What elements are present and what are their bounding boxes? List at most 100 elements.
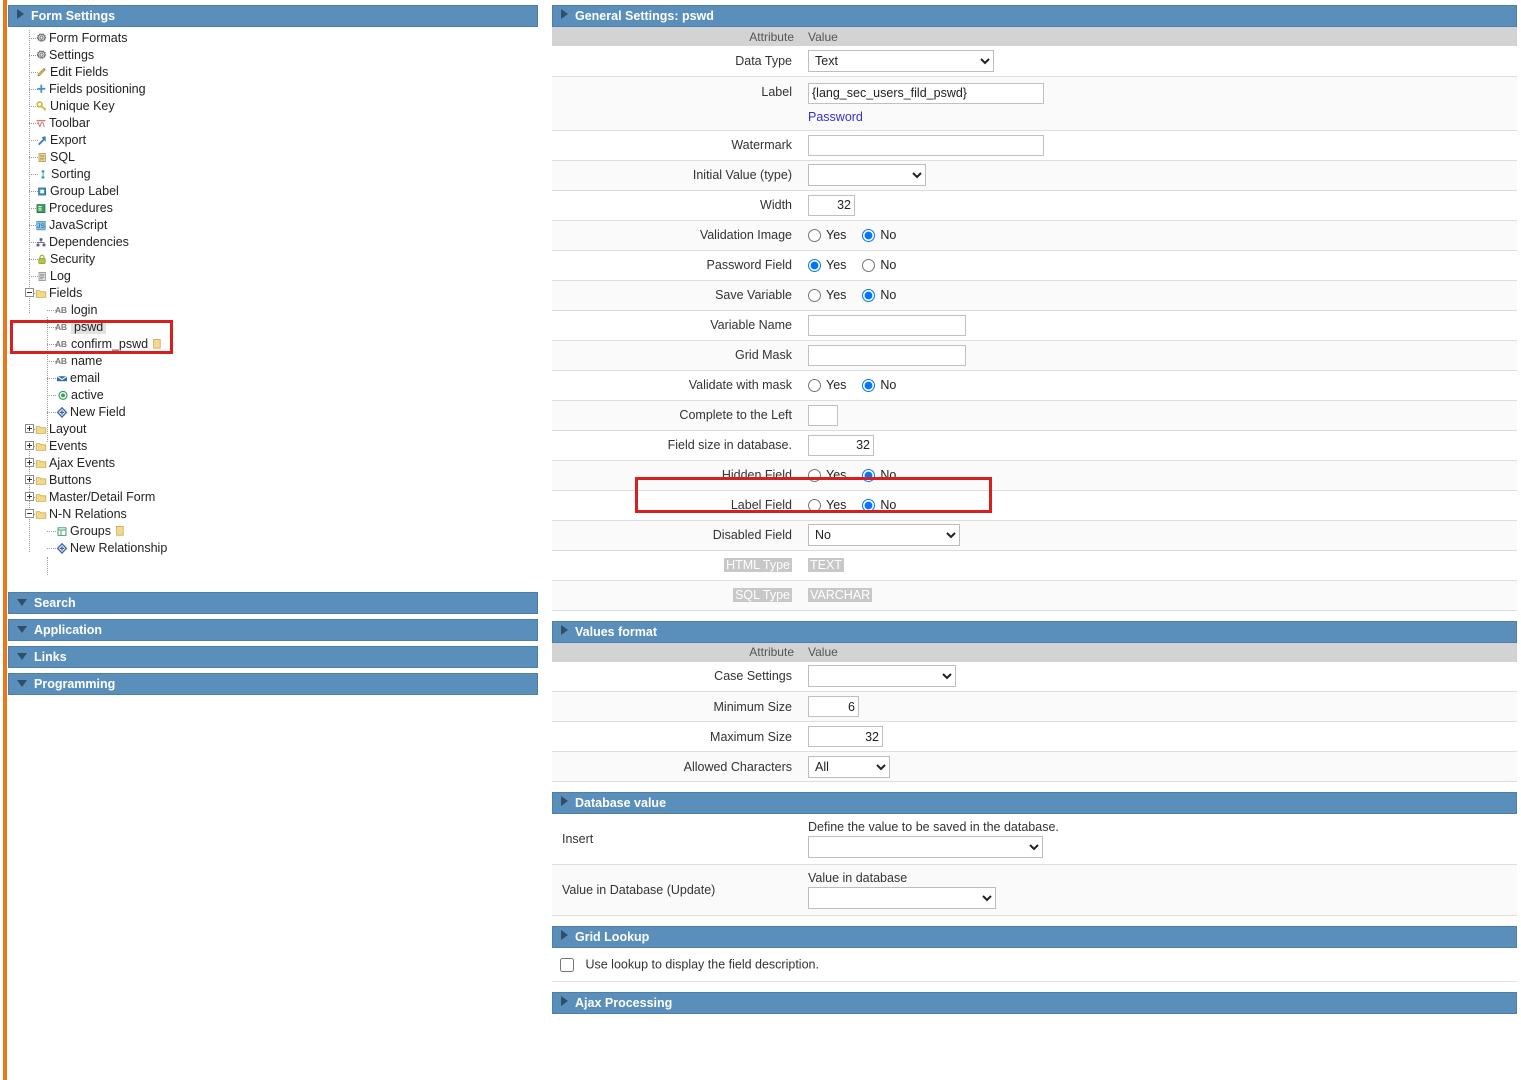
sidebar-item-security[interactable]: Security bbox=[8, 251, 538, 268]
sidebar-item-form-formats[interactable]: Form Formats bbox=[8, 30, 538, 47]
sidebar-item-unique-key[interactable]: Unique Key bbox=[8, 98, 538, 115]
ab-text-icon: AB bbox=[55, 356, 67, 367]
variable-name-input[interactable] bbox=[808, 314, 966, 336]
hidden-field-no[interactable]: No bbox=[862, 468, 896, 483]
label-field-no[interactable]: No bbox=[862, 498, 896, 513]
use-lookup-checkbox[interactable] bbox=[560, 957, 574, 972]
ab-text-icon: AB bbox=[55, 322, 67, 333]
sidebar-item-edit-fields[interactable]: Edit Fields bbox=[8, 64, 538, 81]
watermark-input[interactable] bbox=[808, 134, 1044, 156]
panel-header-grid-lookup[interactable]: Grid Lookup bbox=[552, 926, 1517, 948]
sidebar-folder-buttons[interactable]: Buttons bbox=[8, 472, 538, 489]
validation-image-no-radio[interactable] bbox=[862, 229, 876, 243]
allowed-characters-select[interactable]: All bbox=[808, 755, 890, 778]
sidebar-field-pswd[interactable]: AB pswd bbox=[8, 319, 538, 336]
width-input[interactable] bbox=[808, 194, 855, 216]
save-variable-yes[interactable]: Yes bbox=[808, 288, 846, 303]
sidebar-nn-groups[interactable]: Groups bbox=[8, 523, 538, 540]
complete-to-the-left-input[interactable] bbox=[808, 404, 838, 426]
sidebar-folder-fields[interactable]: Fields bbox=[8, 285, 538, 302]
panel-header-general-settings[interactable]: General Settings: pswd bbox=[552, 5, 1517, 27]
sidebar-label: pswd bbox=[71, 320, 107, 335]
case-settings-select[interactable] bbox=[808, 665, 956, 688]
sidebar-item-settings[interactable]: Settings bbox=[8, 47, 538, 64]
password-field-yes-radio[interactable] bbox=[808, 259, 821, 273]
tree-toggle-plus-icon[interactable] bbox=[25, 475, 34, 484]
hidden-field-yes[interactable]: Yes bbox=[808, 468, 846, 483]
disabled-field-select[interactable]: No bbox=[808, 524, 960, 546]
validate-with-mask-yes[interactable]: Yes bbox=[808, 378, 846, 393]
label-html-type: HTML Type bbox=[552, 550, 802, 581]
tree-toggle-minus-icon[interactable] bbox=[25, 509, 34, 518]
sidebar-item-javascript[interactable]: JS JavaScript bbox=[8, 217, 538, 234]
initial-value-select[interactable] bbox=[808, 164, 926, 186]
sidebar-item-fields-positioning[interactable]: Fields positioning bbox=[8, 81, 538, 98]
sidebar-nn-new-relationship[interactable]: New Relationship bbox=[8, 540, 538, 557]
sidebar-field-name[interactable]: AB name bbox=[8, 353, 538, 370]
tree-toggle-plus-icon[interactable] bbox=[25, 492, 34, 501]
panel-header-values-format[interactable]: Values format bbox=[552, 620, 1517, 643]
tree-toggle-plus-icon[interactable] bbox=[25, 424, 34, 433]
sidebar-item-log[interactable]: Log bbox=[8, 268, 538, 285]
grid-mask-input[interactable] bbox=[808, 344, 966, 366]
sidebar-item-toolbar[interactable]: Toolbar bbox=[8, 115, 538, 132]
sidebar-item-export[interactable]: Export bbox=[8, 132, 538, 149]
sidebar-field-active[interactable]: active bbox=[8, 387, 538, 404]
panel-header-database-value[interactable]: Database value bbox=[552, 792, 1517, 814]
tree-toggle-plus-icon[interactable] bbox=[25, 441, 34, 450]
sidebar-item-procedures[interactable]: Procedures bbox=[8, 200, 538, 217]
field-size-in-database-input[interactable] bbox=[808, 434, 874, 456]
panel-header-application[interactable]: Application bbox=[8, 619, 538, 641]
sidebar-folder-events[interactable]: Events bbox=[8, 438, 538, 455]
sidebar-item-group-label[interactable]: Group Label bbox=[8, 183, 538, 200]
password-field-no[interactable]: No bbox=[862, 258, 896, 273]
sidebar-item-sql[interactable]: SQL bbox=[8, 149, 538, 166]
validation-image-no[interactable]: No bbox=[862, 228, 896, 243]
password-field-no-radio[interactable] bbox=[862, 259, 876, 273]
maximum-size-input[interactable] bbox=[808, 726, 883, 747]
sidebar-folder-layout[interactable]: Layout bbox=[8, 421, 538, 438]
panel-header-ajax-processing[interactable]: Ajax Processing bbox=[552, 991, 1517, 1014]
panel-header-programming[interactable]: Programming bbox=[8, 673, 538, 695]
sidebar-field-email[interactable]: email bbox=[8, 370, 538, 387]
validate-with-mask-yes-radio[interactable] bbox=[808, 379, 821, 393]
data-type-select[interactable]: Text bbox=[808, 49, 994, 72]
sidebar-folder-nn-relations[interactable]: N-N Relations bbox=[8, 506, 538, 523]
hidden-field-no-radio[interactable] bbox=[862, 469, 876, 483]
row-data-type: Data Type Text bbox=[552, 46, 1517, 77]
sidebar-item-dependencies[interactable]: Dependencies bbox=[8, 234, 538, 251]
minimum-size-input[interactable] bbox=[808, 696, 859, 717]
password-field-yes[interactable]: Yes bbox=[808, 258, 846, 273]
tree-toggle-plus-icon[interactable] bbox=[25, 458, 34, 467]
save-variable-no[interactable]: No bbox=[862, 288, 896, 303]
validate-with-mask-no-radio[interactable] bbox=[862, 379, 876, 393]
tree-toggle-minus-icon[interactable] bbox=[25, 288, 34, 297]
svg-text:JS: JS bbox=[37, 223, 45, 230]
table-header-row: Attribute Value bbox=[552, 27, 1517, 46]
panel-header-links[interactable]: Links bbox=[8, 646, 538, 668]
sidebar-folder-master-detail-form[interactable]: Master/Detail Form bbox=[8, 489, 538, 506]
sidebar-field-confirm-pswd[interactable]: AB confirm_pswd bbox=[8, 336, 538, 353]
validate-with-mask-no[interactable]: No bbox=[862, 378, 896, 393]
save-variable-no-radio[interactable] bbox=[862, 289, 876, 303]
value-in-database-select[interactable] bbox=[808, 887, 996, 909]
panel-header-form-settings[interactable]: Form Settings bbox=[8, 5, 538, 27]
label-field-no-radio[interactable] bbox=[862, 499, 876, 513]
sidebar-field-new-field[interactable]: New Field bbox=[8, 404, 538, 421]
grid-lookup-checkbox-row[interactable]: Use lookup to display the field descript… bbox=[552, 948, 1517, 982]
validation-image-yes-radio[interactable] bbox=[808, 229, 821, 243]
general-settings-table: Attribute Value Data Type Text Label Pas… bbox=[552, 27, 1517, 611]
sidebar-field-login[interactable]: AB login bbox=[8, 302, 538, 319]
sidebar-folder-ajax-events[interactable]: Ajax Events bbox=[8, 455, 538, 472]
validate-with-mask-radio-group: Yes No bbox=[808, 378, 912, 393]
sidebar-item-sorting[interactable]: Sorting bbox=[8, 166, 538, 183]
panel-header-search[interactable]: Search bbox=[8, 592, 538, 614]
password-link[interactable]: Password bbox=[808, 110, 863, 124]
hidden-field-yes-radio[interactable] bbox=[808, 469, 821, 483]
insert-select[interactable] bbox=[808, 836, 1043, 858]
label-field-yes[interactable]: Yes bbox=[808, 498, 846, 513]
label-input[interactable] bbox=[808, 82, 1044, 104]
label-field-yes-radio[interactable] bbox=[808, 499, 821, 513]
validation-image-yes[interactable]: Yes bbox=[808, 228, 846, 243]
save-variable-yes-radio[interactable] bbox=[808, 289, 821, 303]
